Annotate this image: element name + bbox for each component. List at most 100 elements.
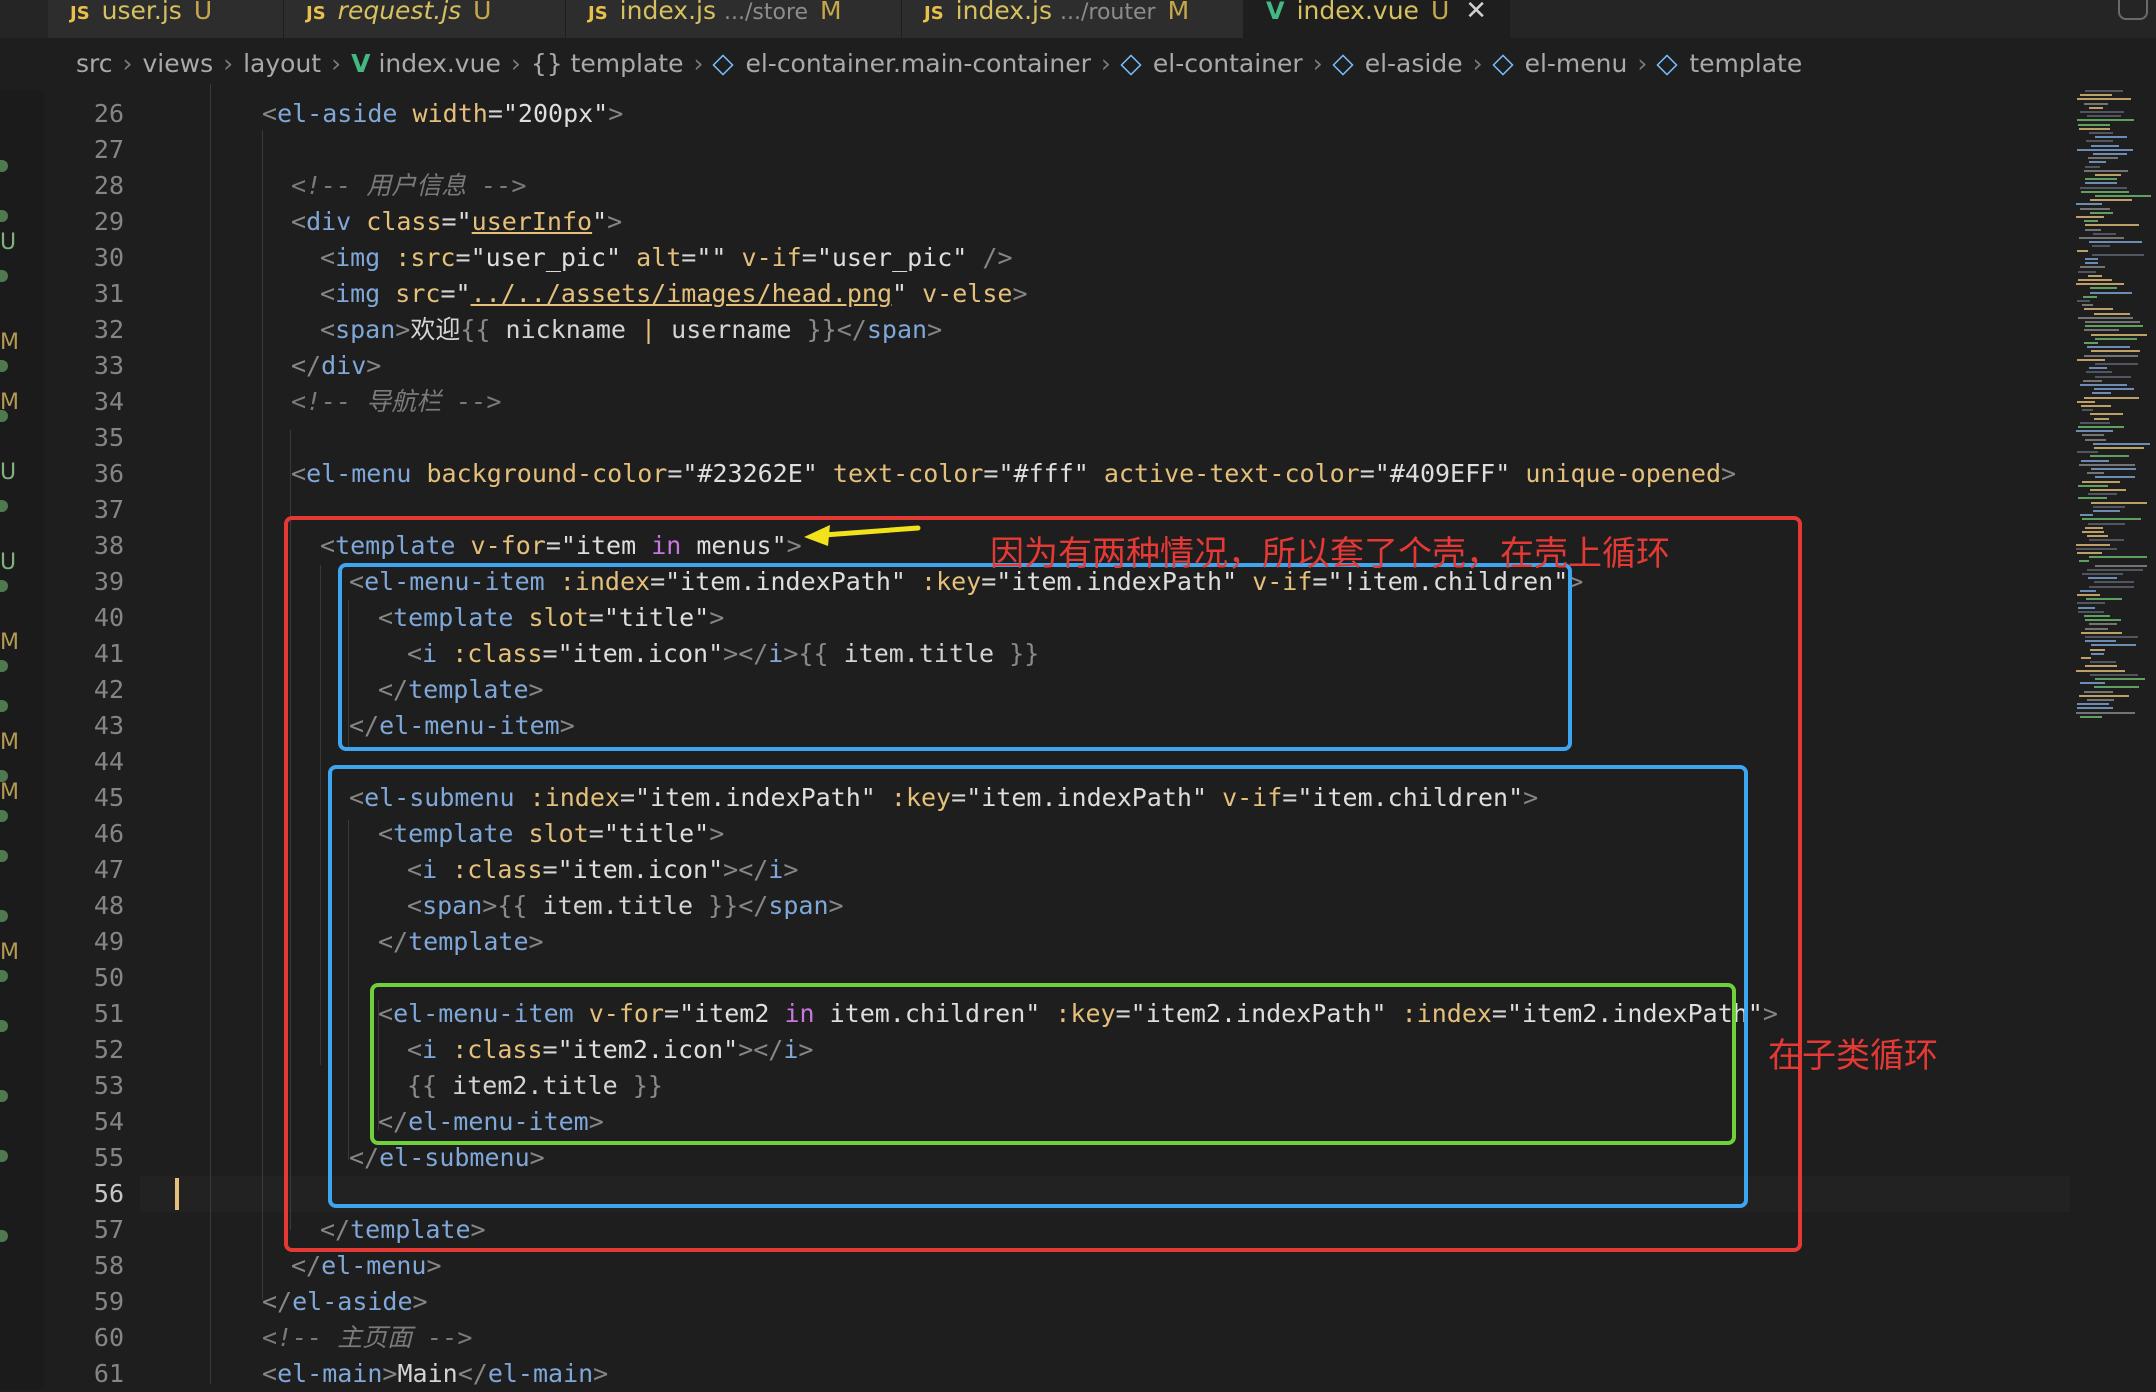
line-number: 55	[93, 1143, 124, 1172]
minimap-line	[2085, 224, 2139, 227]
yellow-arrow-icon	[804, 525, 921, 546]
minimap-line	[2078, 270, 2097, 273]
minimap-line	[2087, 699, 2115, 701]
chevron-right-icon: ›	[1100, 49, 1111, 78]
breadcrumb-item[interactable]: el-container	[1153, 49, 1303, 78]
minimap-line	[2077, 358, 2106, 361]
tab-index-js-store[interactable]: JS index.js .../store M	[566, 0, 902, 38]
code-line[interactable]: </el-aside>	[262, 1284, 428, 1320]
breadcrumb-item[interactable]: el-container.main-container	[745, 49, 1090, 78]
minimap-line	[2085, 258, 2098, 260]
tab-git-status: M	[1167, 0, 1190, 25]
minimap-line	[2085, 165, 2100, 168]
symbol-element-icon	[1120, 54, 1142, 76]
editor-tab-bar: JS user.js U JS request.js U JS index.js .../sto…	[0, 0, 2156, 38]
line-number: 35	[93, 423, 124, 452]
minimap-line	[2078, 610, 2105, 613]
code-line[interactable]: <span>欢迎{{ nickname | username }}</span>	[320, 312, 942, 348]
minimap-line	[2085, 262, 2099, 265]
git-status-marker: U	[0, 460, 17, 485]
breadcrumb-item[interactable]: views	[143, 49, 214, 78]
gutter-dot	[0, 360, 8, 372]
minimap-line	[2090, 455, 2130, 458]
breadcrumb-item[interactable]: el-menu	[1525, 49, 1628, 78]
minimap-line	[2093, 510, 2121, 512]
chevron-right-icon: ›	[510, 49, 521, 78]
minimap-line	[2085, 636, 2139, 638]
line-number: 53	[93, 1071, 124, 1100]
line-number: 37	[93, 495, 124, 524]
code-line[interactable]: <el-menu background-color="#23262E" text…	[291, 456, 1736, 492]
tab-index-vue[interactable]: Vindex.vue U ✕	[1244, 0, 1510, 38]
gutter-dot	[0, 580, 8, 592]
minimap-line	[2088, 274, 2103, 277]
code-line[interactable]: <el-aside width="200px">	[262, 96, 623, 132]
code-line[interactable]: <el-main>Main</el-main>	[262, 1356, 608, 1392]
line-number: 40	[93, 603, 124, 632]
minimap-line	[2076, 283, 2124, 286]
code-line[interactable]: <!-- 用户信息 -->	[291, 168, 526, 204]
breadcrumb-item[interactable]: {} template	[531, 49, 684, 78]
line-number: 50	[93, 963, 124, 992]
minimap-line	[2090, 673, 2139, 676]
breadcrumb-item[interactable]: el-aside	[1365, 49, 1463, 78]
minimap[interactable]	[2076, 90, 2156, 730]
indent-guide	[210, 84, 211, 1384]
tab-label: user.js	[101, 0, 182, 25]
code-line[interactable]: <!-- 导航栏 -->	[291, 384, 501, 420]
minimap-line	[2084, 220, 2099, 223]
close-icon[interactable]: ✕	[1465, 0, 1487, 26]
breadcrumb-item[interactable]: src	[76, 49, 113, 78]
minimap-line	[2084, 169, 2129, 172]
code-line[interactable]: <div class="userInfo">	[291, 204, 622, 240]
minimap-line	[2087, 115, 2122, 118]
minimap-line	[2084, 354, 2139, 357]
minimap-line	[2084, 690, 2114, 693]
minimap-line	[2082, 518, 2141, 521]
line-number: 34	[93, 387, 124, 416]
git-status-marker: U	[0, 230, 17, 255]
code-line[interactable]: <img :src="user_pic" alt="" v-if="user_p…	[320, 240, 1013, 276]
breadcrumb-item[interactable]: template	[1689, 49, 1802, 78]
minimap-line	[2084, 615, 2110, 617]
minimap-line	[2092, 253, 2145, 256]
line-number: 56	[93, 1179, 124, 1208]
line-number: 61	[93, 1359, 124, 1388]
minimap-line	[2093, 505, 2126, 508]
split-editor-icon[interactable]	[2118, 0, 2148, 20]
chevron-right-icon: ›	[1312, 49, 1323, 78]
code-line[interactable]: </el-menu>	[291, 1248, 442, 1284]
code-line[interactable]: <!-- 主页面 -->	[262, 1320, 472, 1356]
line-number: 33	[93, 351, 124, 380]
minimap-line	[2082, 409, 2094, 412]
minimap-line	[2082, 573, 2123, 575]
code-line[interactable]: <img src="../../assets/images/head.png" …	[320, 276, 1028, 312]
minimap-line	[2077, 451, 2098, 454]
minimap-line	[2080, 266, 2105, 269]
tab-index-js-router[interactable]: JS index.js .../router M	[902, 0, 1244, 38]
line-number: 58	[93, 1251, 124, 1280]
minimap-line	[2085, 90, 2124, 92]
breadcrumb-item[interactable]: layout	[243, 49, 321, 78]
minimap-line	[2081, 459, 2109, 462]
line-number: 60	[93, 1323, 124, 1352]
tab-user-js[interactable]: JS user.js U	[48, 0, 284, 38]
minimap-line	[2091, 644, 2136, 647]
line-number: 47	[93, 855, 124, 884]
minimap-line	[2085, 627, 2108, 630]
green-outline-box-child-item	[370, 983, 1736, 1145]
minimap-line	[2095, 375, 2131, 378]
code-line[interactable]: </div>	[291, 348, 381, 384]
breadcrumb-item[interactable]: index.vue	[378, 49, 500, 78]
line-number: 54	[93, 1107, 124, 1136]
tab-request-js[interactable]: JS request.js U	[284, 0, 566, 38]
minimap-line	[2089, 106, 2103, 109]
minimap-line	[2088, 522, 2126, 525]
minimap-line	[2080, 589, 2097, 592]
vue-file-icon: V	[1266, 0, 1285, 25]
minimap-line	[2079, 463, 2135, 466]
minimap-line	[2077, 400, 2096, 403]
minimap-line	[2084, 342, 2098, 344]
tab-label: index.vue	[1296, 0, 1419, 25]
tab-directory: .../store	[724, 0, 809, 25]
